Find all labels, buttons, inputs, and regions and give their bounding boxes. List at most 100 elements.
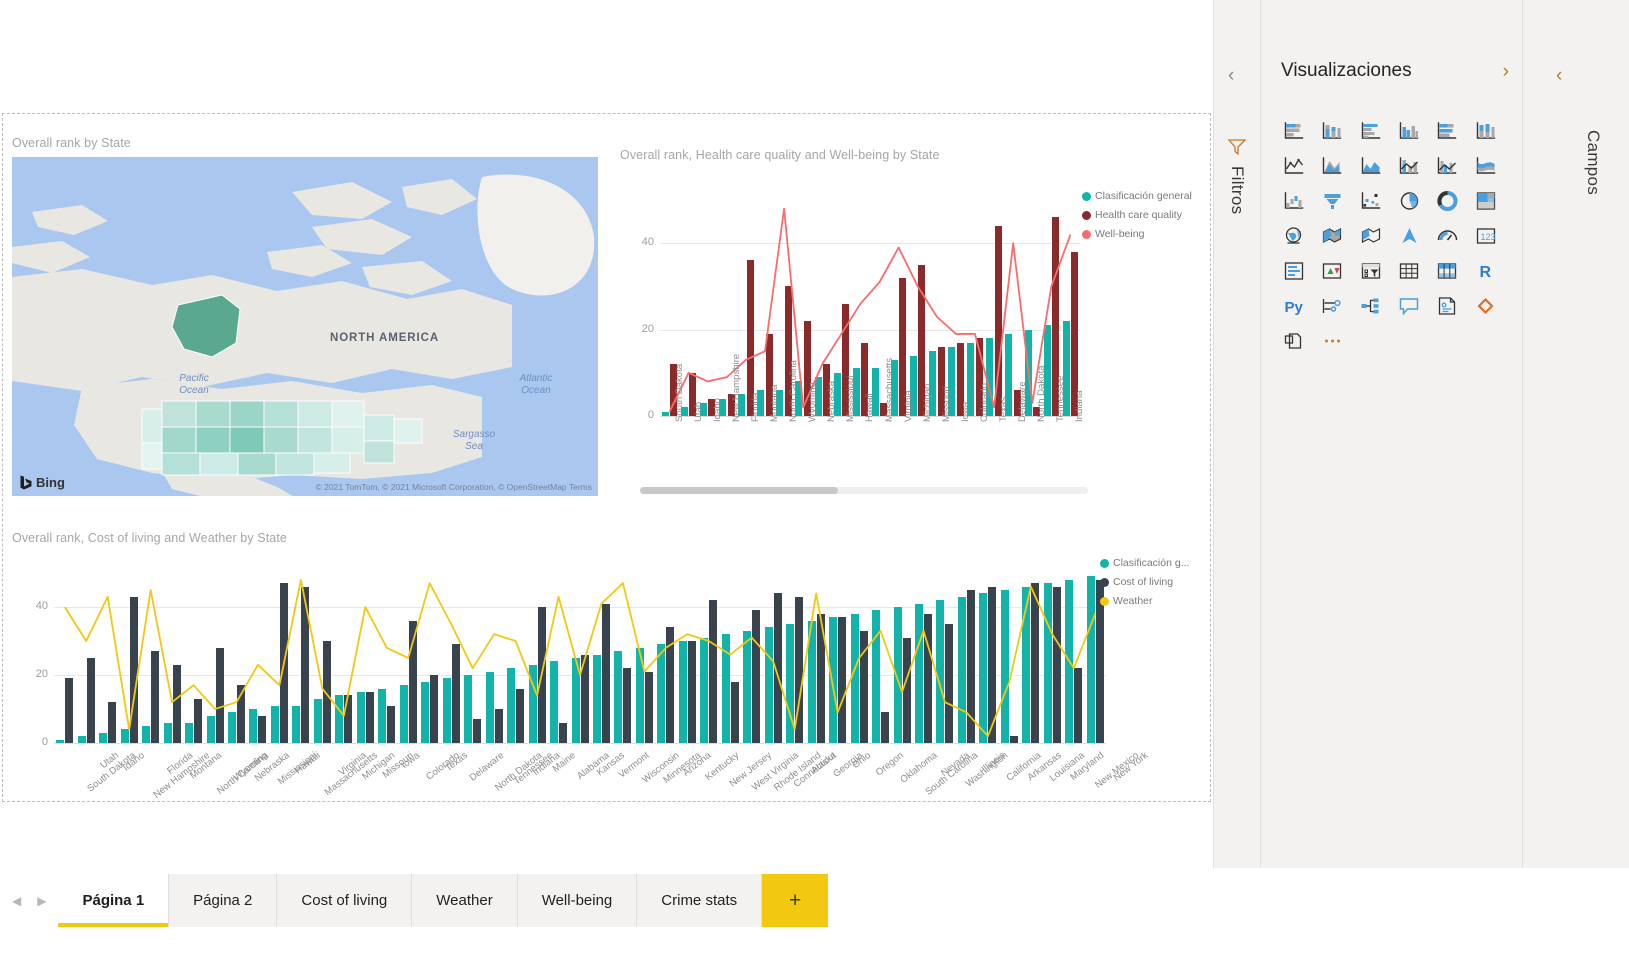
- page-tab-4[interactable]: Well-being: [518, 874, 638, 927]
- page-tab-5[interactable]: Crime stats: [637, 874, 762, 927]
- combo-chart-top-right-title: Overall rank, Health care quality and We…: [620, 148, 1200, 162]
- ribbon-chart-icon[interactable]: [1469, 153, 1503, 179]
- filled-map-icon[interactable]: [1315, 223, 1349, 249]
- slicer-icon[interactable]: [1354, 258, 1388, 284]
- combo-chart-horizontal-scrollbar[interactable]: [640, 487, 1088, 494]
- kpi-icon[interactable]: [1315, 258, 1349, 284]
- legend-item[interactable]: Well-being: [1082, 228, 1192, 240]
- gauge-icon[interactable]: [1430, 223, 1464, 249]
- fields-pane-label: Campos: [1583, 130, 1603, 195]
- map-visual[interactable]: Overall rank by State: [12, 136, 598, 496]
- triangle-left-icon[interactable]: ◀: [12, 894, 21, 908]
- report-canvas: Overall rank by State: [0, 0, 1213, 868]
- card-icon[interactable]: 123: [1469, 223, 1503, 249]
- table-icon[interactable]: [1392, 258, 1426, 284]
- r-script-visual-icon[interactable]: R: [1469, 258, 1503, 284]
- x-axis-tick-label: Idaho: [712, 398, 723, 422]
- line-clustered-column-chart-icon[interactable]: [1430, 153, 1464, 179]
- power-bi-report-window: Overall rank by State: [0, 0, 1629, 973]
- map-icon[interactable]: [1277, 223, 1311, 249]
- legend-color-swatch: [1100, 559, 1109, 568]
- x-axis-tick-label: Florida: [750, 393, 761, 422]
- power-apps-icon[interactable]: [1469, 293, 1503, 319]
- pie-chart-icon[interactable]: [1392, 188, 1426, 214]
- funnel-chart-icon[interactable]: [1315, 188, 1349, 214]
- plus-icon[interactable]: +: [762, 874, 828, 927]
- chevron-left-icon[interactable]: ‹: [1228, 66, 1234, 85]
- treemap-icon[interactable]: [1469, 188, 1503, 214]
- donut-chart-icon[interactable]: [1430, 188, 1464, 214]
- scrollbar-thumb[interactable]: [640, 487, 838, 494]
- python-visual-icon[interactable]: Py: [1277, 293, 1311, 319]
- matrix-icon[interactable]: [1430, 258, 1464, 284]
- combo-chart-top-right[interactable]: Overall rank, Health care quality and We…: [620, 148, 1200, 500]
- line-stacked-column-chart-icon[interactable]: [1392, 153, 1426, 179]
- area-chart-icon[interactable]: [1315, 153, 1349, 179]
- filters-pane-label: Filtros: [1227, 166, 1247, 214]
- visualization-type-gallery[interactable]: 123 R Py: [1277, 118, 1507, 354]
- chart-legend[interactable]: Clasificación general Health care qualit…: [1082, 190, 1192, 247]
- stacked-bar-chart-icon[interactable]: [1277, 118, 1311, 144]
- tab-nav-arrows[interactable]: ◀ ▶: [0, 874, 58, 927]
- x-axis-tick-label: Utah: [693, 402, 704, 422]
- legend-item[interactable]: Weather: [1100, 595, 1189, 607]
- map-canvas[interactable]: NORTH AMERICA Pacific Ocean Atlantic Oce…: [12, 157, 598, 496]
- fields-pane-collapsed[interactable]: ‹ Campos: [1522, 0, 1629, 868]
- stacked-area-chart-icon[interactable]: [1354, 153, 1388, 179]
- x-axis-line: [54, 743, 1106, 744]
- x-axis-tick-label: Hawaii: [864, 393, 875, 422]
- filters-pane-collapsed[interactable]: ‹ Filtros: [1213, 0, 1260, 868]
- paginated-report-icon[interactable]: [1430, 293, 1464, 319]
- legend-label: Clasificación general: [1095, 190, 1192, 202]
- smart-narrative-icon[interactable]: [1277, 328, 1311, 354]
- visualizations-pane-header: Visualizaciones ›: [1261, 60, 1523, 82]
- x-axis-tick-label: Wyoming: [807, 382, 818, 422]
- svg-text:Py: Py: [1285, 299, 1304, 316]
- line-chart-icon[interactable]: [1277, 153, 1311, 179]
- hundred-percent-stacked-bar-icon[interactable]: [1430, 118, 1464, 144]
- hundred-percent-stacked-column-icon[interactable]: [1469, 118, 1503, 144]
- clustered-column-chart-icon[interactable]: [1392, 118, 1426, 144]
- chart-legend[interactable]: Clasificación g... Cost of living Weathe…: [1100, 557, 1189, 614]
- x-axis-tick-label: Texas: [998, 397, 1009, 422]
- legend-color-swatch: [1100, 578, 1109, 587]
- multi-row-card-icon[interactable]: [1277, 258, 1311, 284]
- filter-funnel-icon[interactable]: [1226, 137, 1248, 162]
- legend-label: Weather: [1113, 595, 1153, 607]
- x-axis-tick-label: Massachusetts: [884, 358, 895, 422]
- chevron-right-icon[interactable]: ›: [1503, 62, 1509, 81]
- page-tabs[interactable]: ◀ ▶ Página 1Página 2Cost of livingWeathe…: [0, 874, 828, 927]
- page-tab-1[interactable]: Página 2: [169, 874, 277, 927]
- shape-map-icon[interactable]: [1354, 223, 1388, 249]
- legend-label: Health care quality: [1095, 209, 1182, 221]
- combo-chart-bottom[interactable]: Overall rank, Cost of living and Weather…: [12, 531, 1202, 799]
- bing-logo-text: Bing: [36, 475, 65, 490]
- svg-text:123: 123: [1480, 232, 1495, 242]
- more-options-icon[interactable]: [1315, 328, 1349, 354]
- legend-label: Cost of living: [1113, 576, 1173, 588]
- legend-item[interactable]: Health care quality: [1082, 209, 1192, 221]
- page-tab-0[interactable]: Página 1: [58, 874, 169, 927]
- legend-item[interactable]: Clasificación g...: [1100, 557, 1189, 569]
- chevron-left-icon[interactable]: ‹: [1556, 66, 1562, 85]
- qa-visual-icon[interactable]: [1392, 293, 1426, 319]
- scatter-chart-icon[interactable]: [1354, 188, 1388, 214]
- visualizations-pane-title: Visualizaciones: [1281, 60, 1412, 82]
- decomposition-tree-icon[interactable]: [1354, 293, 1388, 319]
- legend-item[interactable]: Cost of living: [1100, 576, 1189, 588]
- waterfall-chart-icon[interactable]: [1277, 188, 1311, 214]
- x-axis-tick-label: Montana: [769, 385, 780, 422]
- x-axis-tick-label: South Dakota: [674, 364, 685, 422]
- x-axis-tick-label: Michigan: [922, 384, 933, 422]
- page-tab-2[interactable]: Cost of living: [277, 874, 412, 927]
- visualizations-pane: Visualizaciones › 123 R Py: [1260, 0, 1522, 868]
- bing-logo[interactable]: Bing: [20, 475, 65, 490]
- stacked-column-chart-icon[interactable]: [1315, 118, 1349, 144]
- map-visual-title: Overall rank by State: [12, 136, 598, 150]
- legend-item[interactable]: Clasificación general: [1082, 190, 1192, 202]
- key-influencers-icon[interactable]: [1315, 293, 1349, 319]
- page-tab-3[interactable]: Weather: [412, 874, 517, 927]
- triangle-right-icon[interactable]: ▶: [37, 894, 46, 908]
- arcgis-map-icon[interactable]: [1392, 223, 1426, 249]
- clustered-bar-chart-icon[interactable]: [1354, 118, 1388, 144]
